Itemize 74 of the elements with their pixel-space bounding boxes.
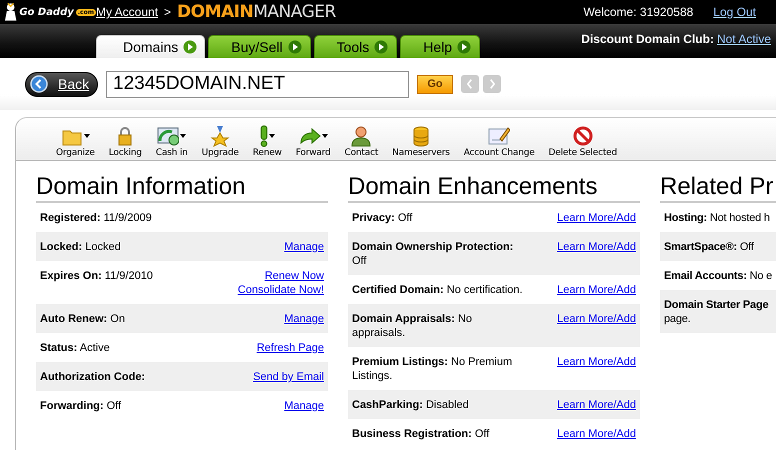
toolbar-button[interactable]: Nameservers: [388, 124, 454, 160]
chevron-icon: [467, 78, 473, 90]
action-link[interactable]: Learn More/Add: [557, 398, 636, 412]
back-button[interactable]: Back: [25, 72, 98, 96]
action-link[interactable]: Learn More/Add: [557, 427, 636, 441]
tab[interactable]: Tools: [314, 35, 398, 58]
field-text: Domain Appraisals: No appraisals.: [352, 312, 474, 340]
medal-icon: [209, 125, 232, 147]
browser-coin-icon: [157, 125, 180, 147]
field-text: Domain Ownership Protection: Off: [352, 240, 514, 268]
person-icon: [350, 125, 372, 147]
domain-search-field[interactable]: 12345DOMAIN.NET: [106, 70, 409, 98]
field-text: Email Accounts: No e: [664, 269, 772, 283]
play-icon: [374, 40, 388, 54]
field-text: CashParking: Disabled: [352, 398, 469, 412]
toolbar-button[interactable]: Upgrade: [198, 124, 243, 160]
toolbar-button[interactable]: Forward: [292, 124, 335, 160]
toolbar-button[interactable]: Locking: [104, 124, 146, 160]
action-link[interactable]: Refresh Page: [256, 341, 324, 355]
tab[interactable]: Domains: [96, 35, 206, 58]
field-text: SmartSpace®: Off: [664, 240, 754, 254]
toolbar-button[interactable]: Account Change: [460, 124, 539, 160]
toolbar-button[interactable]: Contact: [340, 124, 382, 160]
action-link[interactable]: Manage: [284, 312, 324, 326]
arrow-icon: [298, 125, 321, 147]
play-icon: [457, 40, 472, 54]
breadcrumb-separator: >: [164, 5, 172, 19]
field-text: Certified Domain: No certification.: [352, 283, 523, 297]
toolbar-button[interactable]: Organize: [52, 124, 99, 160]
field-text: Domain Starter Page page.: [664, 298, 768, 326]
section-heading: Related Pr: [660, 173, 776, 203]
action-link[interactable]: Learn More/Add: [557, 211, 636, 225]
play-icon: [183, 40, 198, 54]
logout-link[interactable]: Log Out: [713, 5, 756, 19]
field-text: Premium Listings: No Premium Listings.: [352, 355, 514, 383]
toolbar-button[interactable]: Cash in: [152, 124, 192, 160]
toolbar-button[interactable]: Delete Selected: [544, 124, 621, 160]
section-heading: Domain Information: [36, 173, 328, 203]
action-link[interactable]: Manage: [284, 399, 324, 413]
chevron-icon: [489, 78, 495, 90]
welcome-text: Welcome: 31920588: [583, 5, 694, 19]
action-link[interactable]: Learn More/Add: [557, 240, 636, 254]
no-sign-icon: [572, 125, 594, 147]
go-button[interactable]: Go: [417, 74, 453, 94]
action-link[interactable]: Consolidate Now!: [238, 283, 324, 297]
club-label: Discount Domain Club:: [581, 32, 714, 46]
section-heading: Domain Enhancements: [348, 173, 640, 203]
field-text: Hosting: Not hosted h: [664, 211, 770, 225]
field-text: Business Registration: Off: [352, 427, 490, 441]
tab[interactable]: Help: [400, 35, 480, 58]
exclamation-icon: [260, 125, 268, 147]
action-link[interactable]: Send by Email: [253, 370, 324, 384]
app-title: DOMAINMANAGER: [177, 2, 336, 22]
action-link[interactable]: Learn More/Add: [557, 312, 636, 326]
field-text: Authorization Code:: [40, 370, 146, 384]
my-account-link[interactable]: My Account: [96, 5, 158, 19]
field-text: Auto Renew: On: [40, 312, 125, 326]
action-link[interactable]: Manage: [284, 240, 324, 254]
action-link[interactable]: Learn More/Add: [557, 283, 636, 297]
field-text: Status: Active: [40, 341, 110, 355]
field-text: Forwarding: Off: [40, 399, 122, 413]
tab[interactable]: Buy/Sell: [208, 35, 311, 58]
field-text: Expires On: 11/9/2010: [40, 269, 153, 284]
play-icon: [288, 40, 302, 54]
field-text: Locked: Locked: [40, 240, 121, 254]
mascot-icon: [4, 2, 18, 22]
field-text: Privacy: Off: [352, 211, 412, 225]
logo-text[interactable]: Go Daddy: [19, 6, 74, 18]
form-pencil-icon: [488, 125, 510, 147]
toolbar-button[interactable]: Renew: [248, 124, 286, 160]
field-text: Registered: 11/9/2009: [40, 211, 152, 225]
club-status-link[interactable]: Not Active: [716, 32, 771, 46]
action-link[interactable]: Renew Now: [264, 269, 324, 283]
action-link[interactable]: Learn More/Add: [557, 355, 636, 369]
